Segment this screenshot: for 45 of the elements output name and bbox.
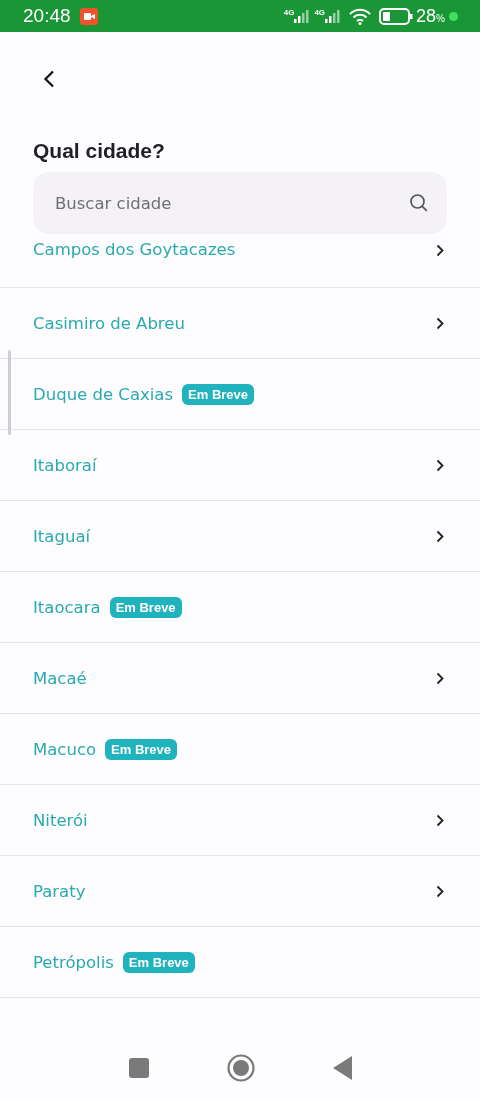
search-field[interactable]: Buscar cidade xyxy=(33,172,447,234)
search-input[interactable]: Buscar cidade xyxy=(55,193,409,213)
city-list-item[interactable]: Petrópolis Em Breve xyxy=(0,927,480,998)
recent-apps-button[interactable] xyxy=(128,1057,149,1078)
chevron-right-icon xyxy=(436,529,444,543)
city-name: Casimiro de Abreu xyxy=(33,313,185,333)
city-name: Paraty xyxy=(33,881,86,901)
home-button[interactable] xyxy=(226,1053,255,1082)
wifi-icon xyxy=(349,7,372,25)
page-title: Qual cidade? xyxy=(33,139,166,163)
city-list-item[interactable]: Macaé xyxy=(0,643,480,714)
city-name: Campos dos Goytacazes xyxy=(33,240,236,259)
chevron-right-icon xyxy=(436,671,444,685)
city-name: Petrópolis xyxy=(33,952,114,972)
chevron-right-icon xyxy=(436,244,444,257)
city-name: Itaocara xyxy=(33,597,101,617)
clock: 20:48 xyxy=(23,5,71,27)
coming-soon-badge: Em Breve xyxy=(109,596,182,618)
city-name: Macuco xyxy=(33,739,97,759)
city-name: Itaguaí xyxy=(33,526,91,546)
city-list-item[interactable]: Paraty xyxy=(0,856,480,927)
city-list-item[interactable]: Itaguaí xyxy=(0,501,480,572)
city-name: Niterói xyxy=(33,810,88,830)
search-icon xyxy=(409,193,429,213)
city-list-item[interactable]: Casimiro de Abreu xyxy=(0,288,480,359)
city-list-item[interactable]: Itaocara Em Breve xyxy=(0,572,480,643)
coming-soon-badge: Em Breve xyxy=(122,951,195,973)
battery-icon xyxy=(379,7,414,25)
chevron-right-icon xyxy=(436,458,444,472)
back-nav-button[interactable] xyxy=(332,1055,352,1080)
city-name: Macaé xyxy=(33,668,87,688)
video-recording-icon xyxy=(79,7,98,25)
city-list-item[interactable]: Itaboraí xyxy=(0,430,480,501)
city-name: Duque de Caxias xyxy=(33,384,174,404)
battery-percentage: 28% xyxy=(416,5,445,27)
coming-soon-badge: Em Breve xyxy=(182,383,255,405)
coming-soon-badge: Em Breve xyxy=(105,738,178,760)
city-list-item[interactable]: Macuco Em Breve xyxy=(0,714,480,785)
chevron-right-icon xyxy=(436,813,444,827)
chevron-right-icon xyxy=(436,884,444,898)
city-name: Itaboraí xyxy=(33,455,97,475)
status-dot-icon xyxy=(449,11,458,21)
chevron-right-icon xyxy=(436,316,444,330)
city-list-item[interactable]: Campos dos Goytacazes xyxy=(0,234,480,288)
city-list-item[interactable]: Niterói xyxy=(0,785,480,856)
